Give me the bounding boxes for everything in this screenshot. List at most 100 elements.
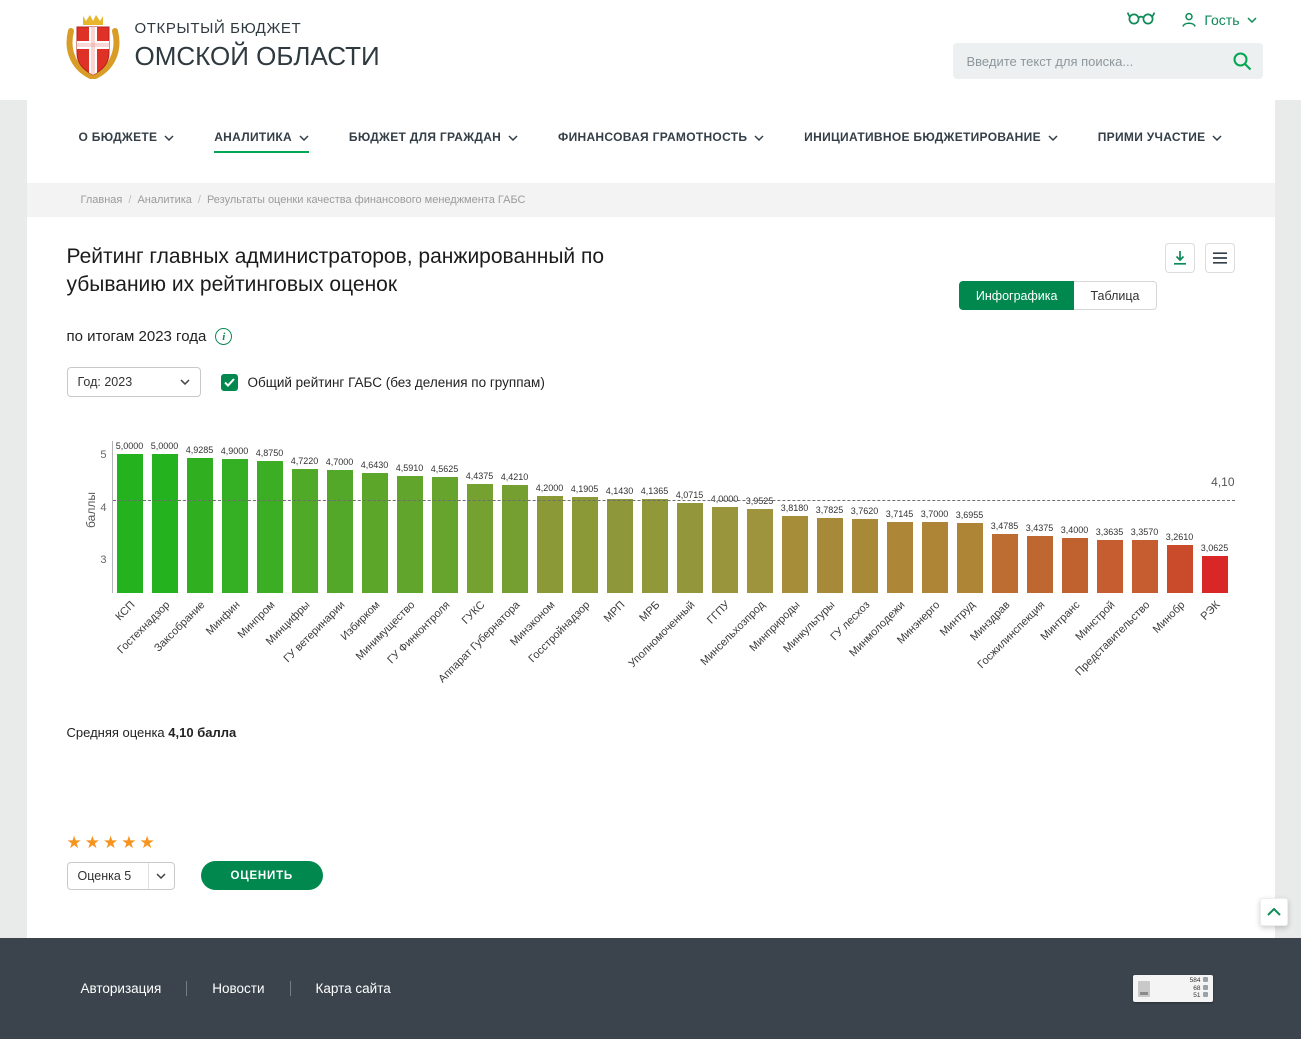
- chart-bar[interactable]: [747, 509, 773, 593]
- chart-bar[interactable]: [1202, 556, 1228, 593]
- nav-item-initiative-budgeting[interactable]: ИНИЦИАТИВНОЕ БЮДЖЕТИРОВАНИЕ: [804, 130, 1058, 153]
- star-icon[interactable]: ★: [121, 833, 139, 852]
- rating-select[interactable]: Оценка 5: [67, 862, 175, 890]
- bar-value-label: 3,0625: [1190, 543, 1240, 553]
- search-icon[interactable]: [1232, 51, 1252, 76]
- list-icon: [1212, 251, 1228, 265]
- nav-item-citizens-budget[interactable]: БЮДЖЕТ ДЛЯ ГРАЖДАН: [349, 130, 518, 153]
- bar-value-label: 3,2610: [1155, 532, 1205, 542]
- user-menu[interactable]: Гость: [1181, 12, 1256, 28]
- average-score-note: Средняя оценка 4,10 балла: [67, 725, 1235, 740]
- infographic-tab[interactable]: Инфографика: [959, 281, 1075, 310]
- chart-bar[interactable]: [327, 470, 353, 593]
- chart-bar[interactable]: [432, 477, 458, 593]
- overall-rating-checkbox-wrap[interactable]: Общий рейтинг ГАБС (без деления по групп…: [221, 374, 545, 391]
- star-icon[interactable]: ★: [67, 833, 85, 852]
- chart-bar[interactable]: [1062, 538, 1088, 593]
- info-icon[interactable]: i: [215, 328, 232, 345]
- chart-bar[interactable]: [922, 522, 948, 593]
- page-rating-block: ★★★★★ Оценка 5 ОЦЕНИТЬ: [67, 834, 1235, 890]
- chart-bar[interactable]: [572, 497, 598, 594]
- footer-separator: [290, 981, 291, 996]
- rating-select-value: Оценка 5: [78, 869, 132, 883]
- footer-link-news[interactable]: Новости: [212, 981, 264, 996]
- chart-bar[interactable]: [677, 503, 703, 593]
- footer-separator: [186, 981, 187, 996]
- chevron-down-icon: [1247, 17, 1257, 23]
- page-title: Рейтинг главных администраторов, ранжиро…: [67, 243, 612, 298]
- nav-item-take-part[interactable]: ПРИМИ УЧАСТИЕ: [1098, 130, 1223, 153]
- chart-bar[interactable]: [1132, 540, 1158, 593]
- list-view-button[interactable]: [1205, 243, 1235, 273]
- footer-link-sitemap[interactable]: Карта сайта: [316, 981, 391, 996]
- year-select[interactable]: Год: 2023: [67, 367, 201, 397]
- y-axis-tick: 3: [91, 554, 107, 566]
- nav-item-budget[interactable]: О БЮДЖЕТЕ: [79, 130, 175, 153]
- content-card: О БЮДЖЕТЕ АНАЛИТИКА БЮДЖЕТ ДЛЯ ГРАЖДАН Ф…: [27, 100, 1275, 938]
- rate-button[interactable]: ОЦЕНИТЬ: [201, 861, 323, 890]
- chart-bar[interactable]: [607, 499, 633, 593]
- chart-bar[interactable]: [782, 516, 808, 593]
- chart-bar[interactable]: [187, 458, 213, 593]
- view-toggle: Инфографика Таблица: [959, 281, 1157, 310]
- scroll-to-top-button[interactable]: [1260, 898, 1288, 926]
- chart-category-labels: КСПГостехнадзорЗаксобраниеМинфинМинпромМ…: [112, 593, 1235, 725]
- counter-value: 584: [1155, 977, 1208, 984]
- chart-bar[interactable]: [1027, 536, 1053, 593]
- chart-bar[interactable]: [852, 519, 878, 593]
- chart-bar[interactable]: [152, 454, 178, 593]
- star-icon[interactable]: ★: [103, 833, 121, 852]
- star-icon[interactable]: ★: [85, 833, 103, 852]
- bar-value-label: 3,6955: [945, 510, 995, 520]
- user-icon: [1181, 12, 1197, 28]
- table-tab[interactable]: Таблица: [1074, 281, 1156, 310]
- omsk-coat-of-arms-icon: [65, 13, 121, 79]
- search-input[interactable]: [953, 43, 1263, 79]
- chart-bar[interactable]: [992, 534, 1018, 593]
- site-header: ОТКРЫТЫЙ БЮДЖЕТ ОМСКОЙ ОБЛАСТИ Гость: [0, 0, 1301, 100]
- average-line: [113, 500, 1235, 501]
- chart-bar[interactable]: [957, 523, 983, 594]
- download-icon: [1172, 250, 1188, 266]
- star-icon[interactable]: ★: [140, 833, 158, 852]
- chevron-down-icon: [508, 135, 518, 141]
- accessibility-glasses-icon[interactable]: [1127, 10, 1155, 30]
- chart-bar[interactable]: [397, 476, 423, 594]
- chart-bar[interactable]: [257, 461, 283, 593]
- bar-value-label: 4,4210: [490, 472, 540, 482]
- logo-title-line2: ОМСКОЙ ОБЛАСТИ: [135, 41, 380, 72]
- chart-bar[interactable]: [292, 469, 318, 593]
- chart-bar[interactable]: [222, 459, 248, 593]
- site-search: [953, 43, 1263, 79]
- chevron-down-icon: [299, 135, 309, 141]
- guest-label: Гость: [1204, 12, 1239, 28]
- chart-bar[interactable]: [817, 518, 843, 593]
- visit-counter-widget[interactable]: 584 68 51: [1133, 975, 1213, 1002]
- breadcrumb-current: Результаты оценки качества финансового м…: [207, 194, 526, 206]
- breadcrumb-home[interactable]: Главная: [81, 194, 132, 206]
- average-line-label: 4,10: [1211, 475, 1234, 489]
- nav-item-analytics[interactable]: АНАЛИТИКА: [214, 130, 309, 153]
- nav-item-financial-literacy[interactable]: ФИНАНСОВАЯ ГРАМОТНОСТЬ: [558, 130, 764, 153]
- footer-link-authorization[interactable]: Авторизация: [81, 981, 162, 996]
- site-logo[interactable]: ОТКРЫТЫЙ БЮДЖЕТ ОМСКОЙ ОБЛАСТИ: [65, 13, 380, 79]
- chart-bar[interactable]: [1097, 540, 1123, 593]
- chevron-down-icon: [1048, 135, 1058, 141]
- download-button[interactable]: [1165, 243, 1195, 273]
- content-background: О БЮДЖЕТЕ АНАЛИТИКА БЮДЖЕТ ДЛЯ ГРАЖДАН Ф…: [0, 100, 1301, 938]
- chevron-down-icon: [1212, 135, 1222, 141]
- chart-bar[interactable]: [117, 454, 143, 593]
- chart-bar[interactable]: [887, 522, 913, 594]
- checkbox-checked-icon[interactable]: [221, 374, 238, 391]
- checkbox-label: Общий рейтинг ГАБС (без деления по групп…: [248, 375, 545, 390]
- chart-bar[interactable]: [362, 473, 388, 593]
- breadcrumb-analytics[interactable]: Аналитика: [137, 194, 201, 206]
- chart-bar[interactable]: [537, 496, 563, 593]
- y-axis-tick: 4: [91, 502, 107, 514]
- rating-stars[interactable]: ★★★★★: [67, 834, 1235, 851]
- counter-value: 68: [1155, 985, 1208, 992]
- chevron-down-icon: [180, 379, 190, 385]
- page-subtitle: по итогам 2023 года: [67, 328, 207, 345]
- chart-bar[interactable]: [712, 507, 738, 594]
- chart-bar[interactable]: [642, 499, 668, 593]
